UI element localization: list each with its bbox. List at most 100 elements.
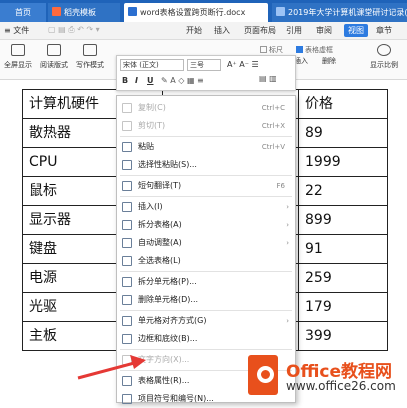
table-cell[interactable]: 89 bbox=[299, 119, 389, 147]
fullscreen-button[interactable]: 全屏显示 bbox=[0, 44, 36, 70]
font-size-select[interactable]: 三号 bbox=[187, 59, 221, 71]
tab-label: 稻壳模板 bbox=[64, 8, 96, 17]
menu-item-label: 复制(C) bbox=[138, 103, 166, 112]
menu-separator bbox=[120, 175, 292, 176]
tab-label: 2019年大学计算机课堂研讨记录( bbox=[288, 8, 407, 17]
delete-row-button[interactable]: 删除 bbox=[316, 56, 342, 66]
menu-view[interactable]: 视图 bbox=[344, 24, 368, 37]
menu-item-label: 拆分单元格(P)... bbox=[138, 277, 197, 286]
context-menu-item[interactable]: 复制(C) Ctrl+C bbox=[117, 99, 295, 117]
menu-file[interactable]: ≡ 文件 bbox=[4, 25, 29, 36]
checkbox-checked-icon bbox=[296, 46, 303, 53]
context-menu-item[interactable]: 拆分表格(A) › bbox=[117, 216, 295, 234]
context-menu-item[interactable]: 剪切(T) Ctrl+X bbox=[117, 117, 295, 135]
writing-mode-button[interactable]: 写作模式 bbox=[72, 44, 108, 70]
submenu-arrow-icon: › bbox=[286, 203, 289, 211]
menu-item-icon bbox=[122, 295, 132, 305]
menu-item-icon bbox=[122, 181, 132, 191]
menu-item-icon bbox=[122, 355, 132, 365]
tab-other-document[interactable]: 2019年大学计算机课堂研讨记录( bbox=[272, 3, 407, 22]
tab-bar: 首页 稻壳模板 word表格设置跨页断行.docx 2019年大学计算机课堂研讨… bbox=[0, 0, 407, 22]
menu-item-label: 边框和底纹(B)... bbox=[138, 334, 198, 343]
menu-item-label: 插入(I) bbox=[138, 202, 163, 211]
menu-separator bbox=[120, 136, 292, 137]
menu-chapter[interactable]: 章节 bbox=[376, 25, 392, 36]
context-menu-item[interactable]: 边框和底纹(B)... bbox=[117, 330, 295, 348]
menu-item-label: 文字方向(X)... bbox=[138, 355, 190, 364]
menu-insert[interactable]: 插入 bbox=[214, 25, 230, 36]
table-cell[interactable]: 399 bbox=[299, 322, 389, 350]
menu-separator bbox=[120, 349, 292, 350]
menu-item-label: 剪切(T) bbox=[138, 121, 166, 130]
submenu-arrow-icon: › bbox=[286, 317, 289, 325]
table-cell[interactable]: 259 bbox=[299, 264, 389, 292]
menu-item-label: 粘贴 bbox=[138, 142, 154, 151]
zoom-button[interactable]: 显示比例 bbox=[366, 44, 402, 70]
bold-button[interactable]: B bbox=[122, 76, 128, 85]
quick-access-icons[interactable]: ▢ ▤ ⎙ ↶ ↷ ▾ bbox=[48, 25, 100, 35]
menu-separator bbox=[120, 271, 292, 272]
context-menu-item[interactable]: 自动调整(A) › bbox=[117, 234, 295, 252]
menu-item-icon bbox=[122, 160, 132, 170]
menu-separator bbox=[120, 310, 292, 311]
context-menu-item[interactable]: 全选表格(L) bbox=[117, 252, 295, 270]
mini-format-toolbar: 宋体 (正文) 三号 A⁺ A⁻ ☰ B I U ✎ A ◇ ▦ ≡ ▤ ▥ bbox=[116, 55, 296, 91]
menu-item-label: 删除单元格(D)... bbox=[138, 295, 199, 304]
menu-item-shortcut: Ctrl+X bbox=[261, 122, 285, 130]
tab-docer-templates[interactable]: 稻壳模板 bbox=[48, 3, 120, 22]
word-doc-icon bbox=[276, 7, 285, 16]
menu-item-icon bbox=[122, 238, 132, 248]
menu-item-label: 表格属性(R)... bbox=[138, 376, 190, 385]
font-name-select[interactable]: 宋体 (正文) bbox=[120, 59, 184, 71]
table-cell[interactable]: 899 bbox=[299, 206, 389, 234]
zoom-label: 显示比例 bbox=[370, 61, 398, 69]
menu-item-label: 全选表格(L) bbox=[138, 256, 181, 265]
docer-icon bbox=[52, 7, 61, 16]
menu-item-icon bbox=[122, 277, 132, 287]
context-menu-item[interactable]: 插入(I) › bbox=[117, 198, 295, 216]
table-cell[interactable]: 22 bbox=[299, 177, 389, 205]
italic-button[interactable]: I bbox=[135, 76, 138, 85]
context-menu-item[interactable]: 单元格对齐方式(G) › bbox=[117, 312, 295, 330]
menu-item-shortcut: Ctrl+C bbox=[261, 104, 285, 112]
insert-delete-icons[interactable]: ▤ ▥ bbox=[259, 74, 277, 83]
menu-separator bbox=[120, 196, 292, 197]
menu-item-icon bbox=[122, 121, 132, 131]
menu-layout[interactable]: 页面布局 bbox=[244, 25, 276, 36]
table-gridlines-checkbox[interactable]: 表格虚框 bbox=[296, 45, 333, 55]
magnifier-icon bbox=[377, 44, 391, 56]
grow-shrink-font-icons[interactable]: A⁺ A⁻ ☰ bbox=[227, 60, 259, 69]
insert-label: 插入 bbox=[294, 57, 308, 65]
table-cell[interactable]: 1999 bbox=[299, 148, 389, 176]
underline-button[interactable]: U bbox=[147, 76, 154, 85]
context-menu-item[interactable]: 粘贴 Ctrl+V bbox=[117, 138, 295, 156]
menu-reference[interactable]: 引用 bbox=[286, 25, 302, 36]
reading-mode-button[interactable]: 阅读版式 bbox=[36, 44, 72, 70]
highlight-fontcolor-icons[interactable]: ✎ A ◇ ▦ ≡ bbox=[161, 76, 204, 85]
menu-item-icon bbox=[122, 202, 132, 212]
office-logo-icon bbox=[248, 355, 278, 395]
context-menu-item[interactable]: 删除单元格(D)... bbox=[117, 291, 295, 309]
menu-item-icon bbox=[122, 103, 132, 113]
menu-item-icon bbox=[122, 376, 132, 386]
fullscreen-label: 全屏显示 bbox=[4, 61, 32, 69]
menu-item-label: 选择性粘贴(S)... bbox=[138, 160, 197, 169]
table-cell[interactable]: 91 bbox=[299, 235, 389, 263]
menu-bar: ≡ 文件 ▢ ▤ ⎙ ↶ ↷ ▾ 开始 插入 页面布局 引用 审阅 视图 章节 bbox=[0, 22, 407, 40]
context-menu-item[interactable]: 选择性粘贴(S)... bbox=[117, 156, 295, 174]
delete-label: 删除 bbox=[322, 57, 336, 65]
table-cell[interactable]: 179 bbox=[299, 293, 389, 321]
menu-review[interactable]: 审阅 bbox=[316, 25, 332, 36]
context-menu-item[interactable]: 短句翻译(T) F6 bbox=[117, 177, 295, 195]
menu-item-label: 项目符号和编号(N)... bbox=[138, 394, 214, 403]
context-menu-item[interactable]: 拆分单元格(P)... bbox=[117, 273, 295, 291]
tab-active-document[interactable]: word表格设置跨页断行.docx bbox=[124, 3, 268, 22]
office26-watermark-logo: Office教程网 www.office26.com bbox=[246, 353, 407, 403]
reading-icon bbox=[47, 44, 61, 56]
menu-item-icon bbox=[122, 334, 132, 344]
ruler-checkbox[interactable]: 标尺 bbox=[260, 45, 283, 55]
menu-item-icon bbox=[122, 316, 132, 326]
tab-home[interactable]: 首页 bbox=[0, 3, 46, 22]
menu-start[interactable]: 开始 bbox=[186, 25, 202, 36]
table-cell[interactable]: 价格 bbox=[299, 90, 389, 118]
